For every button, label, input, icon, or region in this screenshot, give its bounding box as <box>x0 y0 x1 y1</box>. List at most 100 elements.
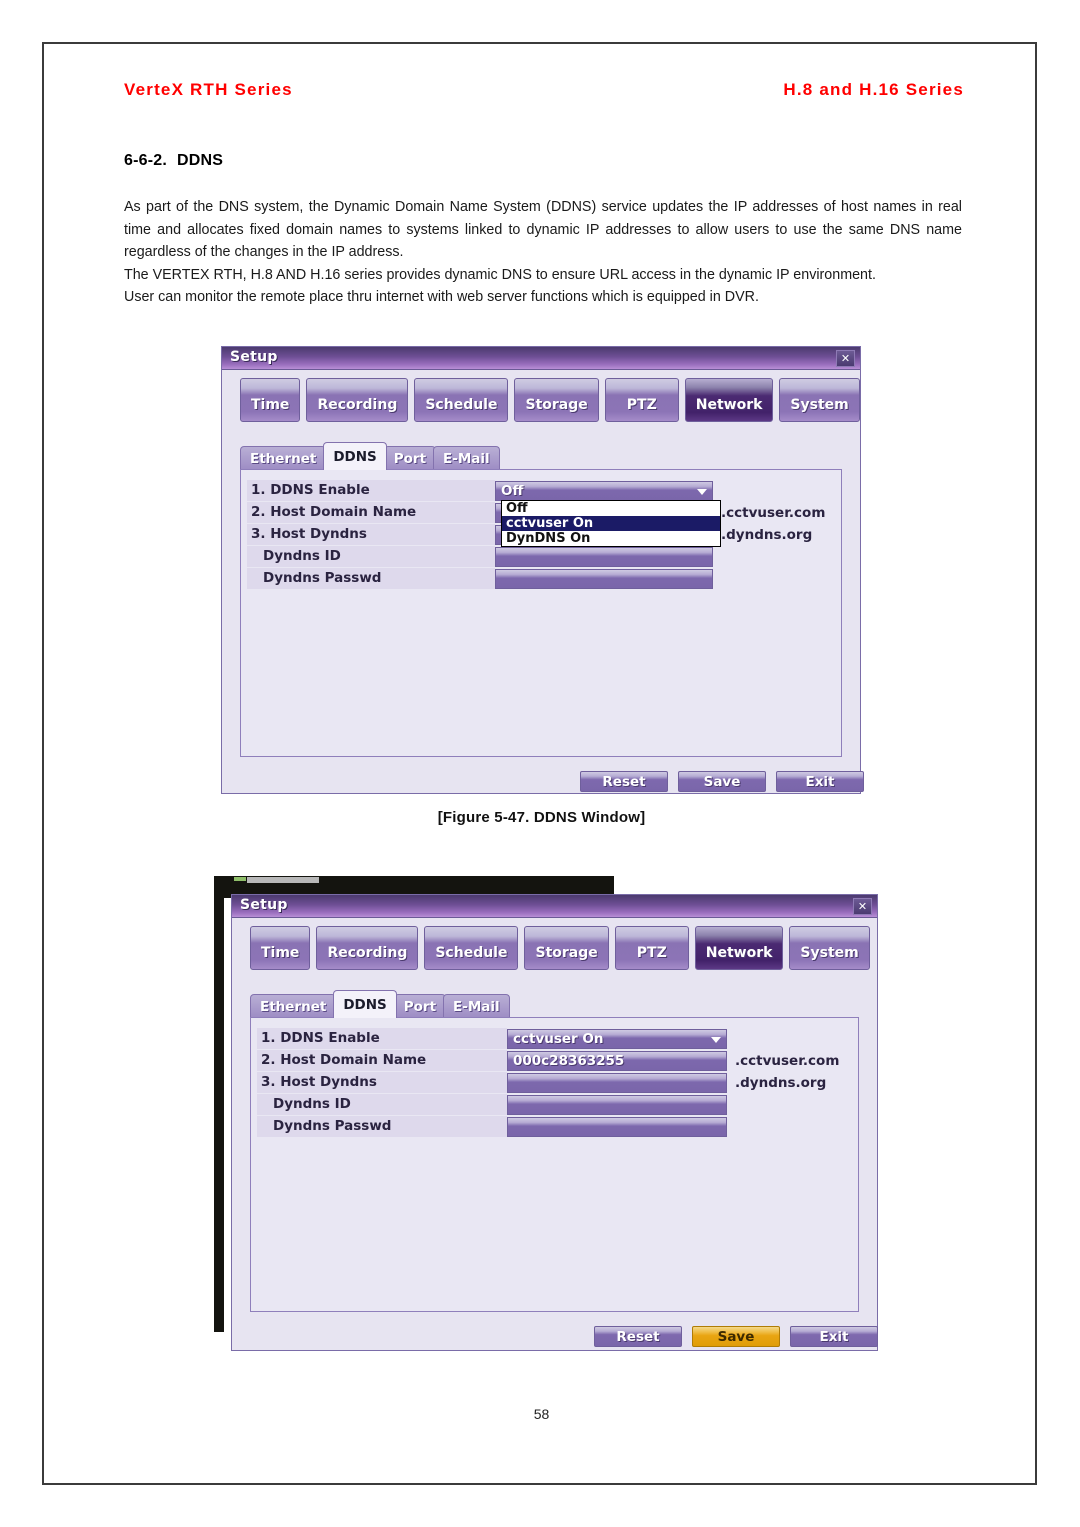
page-header: VerteX RTH Series H.8 and H.16 Series <box>124 80 964 110</box>
chevron-down-icon <box>711 1036 721 1043</box>
tab-storage-label: Storage <box>535 945 598 961</box>
tab-ptz-label: PTZ <box>626 397 657 413</box>
row-host-dyndns: 3. Host Dyndns .dyndns.org <box>257 1072 826 1093</box>
row-ddns-enable-label: 1. DDNS Enable <box>257 1028 507 1049</box>
host-dyndns-suffix: .dyndns.org <box>735 1074 827 1091</box>
ddns-enable-dropdown[interactable]: Off <box>495 480 713 501</box>
subtab-ethernet[interactable]: Ethernet <box>250 994 337 1018</box>
tab-ptz[interactable]: PTZ <box>604 378 679 422</box>
window-1-body: Time Recording Schedule Storage PTZ Netw… <box>222 370 864 793</box>
tab-recording[interactable]: Recording <box>316 926 419 970</box>
window-2-button-row: Reset Save Exit <box>584 1326 878 1347</box>
subtab-ddns[interactable]: DDNS <box>333 990 397 1018</box>
dyndns-passwd-input[interactable] <box>507 1116 727 1137</box>
tab-ptz[interactable]: PTZ <box>614 926 689 970</box>
ddns-enable-dropdown[interactable]: cctvuser On <box>507 1028 727 1049</box>
host-dyndns-suffix: .dyndns.org <box>721 526 813 543</box>
dvr-status-gray-marker <box>247 877 319 883</box>
tab-storage[interactable]: Storage <box>514 378 599 422</box>
dropdown-option-off[interactable]: Off <box>502 501 720 516</box>
document-page: VerteX RTH Series H.8 and H.16 Series 6-… <box>42 42 1037 1485</box>
body-text: As part of the DNS system, the Dynamic D… <box>124 196 962 309</box>
row-dyndns-id-label: Dyndns ID <box>247 546 495 567</box>
subtab-email-label: E-Mail <box>443 450 490 467</box>
tab-recording-label: Recording <box>327 945 408 961</box>
dyndns-id-input[interactable] <box>507 1094 727 1115</box>
subtab-port-label: Port <box>393 450 427 467</box>
body-paragraph-2: The VERTEX RTH, H.8 AND H.16 series prov… <box>124 266 876 283</box>
tab-storage[interactable]: Storage <box>524 926 609 970</box>
dyndns-id-input[interactable] <box>495 546 713 567</box>
row-ddns-enable: 1. DDNS Enable Off <box>247 480 713 501</box>
subtab-port[interactable]: Port <box>383 446 437 470</box>
row-host-domain-name-label: 2. Host Domain Name <box>247 502 495 523</box>
window-2-ddns-panel: 1. DDNS Enable cctvuser On 2. Host Domai… <box>250 1017 859 1312</box>
window-2-main-tabs: Time Recording Schedule Storage PTZ Netw… <box>250 926 876 970</box>
dropdown-option-dyndns-on[interactable]: DynDNS On <box>502 531 720 546</box>
subtab-ddns[interactable]: DDNS <box>323 442 387 470</box>
row-dyndns-passwd: Dyndns Passwd <box>257 1116 727 1137</box>
reset-button[interactable]: Reset <box>594 1326 682 1347</box>
tab-recording[interactable]: Recording <box>306 378 409 422</box>
window-2-title: Setup <box>240 897 288 913</box>
exit-button[interactable]: Exit <box>790 1326 878 1347</box>
page-number: 58 <box>533 1406 550 1422</box>
window-1-title-bar: Setup ✕ <box>222 347 860 370</box>
save-button[interactable]: Save <box>678 771 766 792</box>
host-dyndns-input[interactable] <box>507 1072 727 1093</box>
tab-time[interactable]: Time <box>240 378 301 422</box>
close-icon[interactable]: ✕ <box>836 350 855 367</box>
ddns-enable-dropdown-list[interactable]: Off cctvuser On DynDNS On <box>501 500 721 547</box>
subtab-email[interactable]: E-Mail <box>433 446 500 470</box>
window-2-sub-tabs: Ethernet DDNS Port E-Mail <box>250 990 510 1018</box>
tab-recording-label: Recording <box>317 397 398 413</box>
body-paragraph-1: As part of the DNS system, the Dynamic D… <box>124 199 962 260</box>
host-domain-name-suffix: .cctvuser.com <box>735 1052 840 1069</box>
tab-network[interactable]: Network <box>684 378 774 422</box>
subtab-email-label: E-Mail <box>453 998 500 1015</box>
dvr-background <box>214 876 224 1332</box>
tab-system[interactable]: System <box>779 378 860 422</box>
ddns-setup-window-1: Setup ✕ Time Recording Schedule Storage … <box>221 346 864 794</box>
save-button[interactable]: Save <box>692 1326 780 1347</box>
subtab-email[interactable]: E-Mail <box>443 994 510 1018</box>
tab-time[interactable]: Time <box>250 926 311 970</box>
body-paragraph-3: User can monitor the remote place thru i… <box>124 289 759 305</box>
ddns-setup-window-2: Setup ✕ Time Recording Schedule Storage … <box>231 894 878 1351</box>
tab-schedule-label: Schedule <box>435 945 508 961</box>
row-dyndns-id-label: Dyndns ID <box>257 1094 507 1115</box>
tab-network-label: Network <box>695 397 763 413</box>
subtab-port-label: Port <box>403 998 437 1015</box>
tab-time-label: Time <box>261 945 300 961</box>
row-ddns-enable: 1. DDNS Enable cctvuser On <box>257 1028 727 1049</box>
subtab-ddns-label: DDNS <box>333 448 377 465</box>
dvr-status-green-marker <box>234 877 246 881</box>
close-icon[interactable]: ✕ <box>853 898 872 915</box>
subtab-ethernet-label: Ethernet <box>260 998 327 1015</box>
host-domain-name-value: 000c28363255 <box>513 1052 625 1069</box>
header-series-right: H.8 and H.16 Series <box>783 80 964 99</box>
reset-button[interactable]: Reset <box>580 771 668 792</box>
dropdown-option-cctvuser-on[interactable]: cctvuser On <box>502 516 720 531</box>
tab-schedule[interactable]: Schedule <box>414 378 509 422</box>
tab-time-label: Time <box>251 397 290 413</box>
tab-schedule-label: Schedule <box>425 397 498 413</box>
ddns-enable-value: cctvuser On <box>513 1030 604 1047</box>
host-domain-name-input[interactable]: 000c28363255 <box>507 1050 727 1071</box>
host-domain-name-suffix: .cctvuser.com <box>721 504 826 521</box>
tab-system[interactable]: System <box>789 926 870 970</box>
row-ddns-enable-label: 1. DDNS Enable <box>247 480 495 501</box>
row-host-dyndns-label: 3. Host Dyndns <box>257 1072 507 1093</box>
dyndns-passwd-input[interactable] <box>495 568 713 589</box>
subtab-ethernet[interactable]: Ethernet <box>240 446 327 470</box>
tab-network[interactable]: Network <box>694 926 784 970</box>
section-number: 6-6-2. <box>124 152 167 169</box>
window-1-sub-tabs: Ethernet DDNS Port E-Mail <box>240 442 500 470</box>
ddns-enable-value: Off <box>501 482 524 499</box>
row-dyndns-passwd: Dyndns Passwd <box>247 568 713 589</box>
window-2-title-bar: Setup ✕ <box>232 895 877 918</box>
exit-button[interactable]: Exit <box>776 771 864 792</box>
row-dyndns-passwd-label: Dyndns Passwd <box>247 568 495 589</box>
subtab-port[interactable]: Port <box>393 994 447 1018</box>
tab-schedule[interactable]: Schedule <box>424 926 519 970</box>
